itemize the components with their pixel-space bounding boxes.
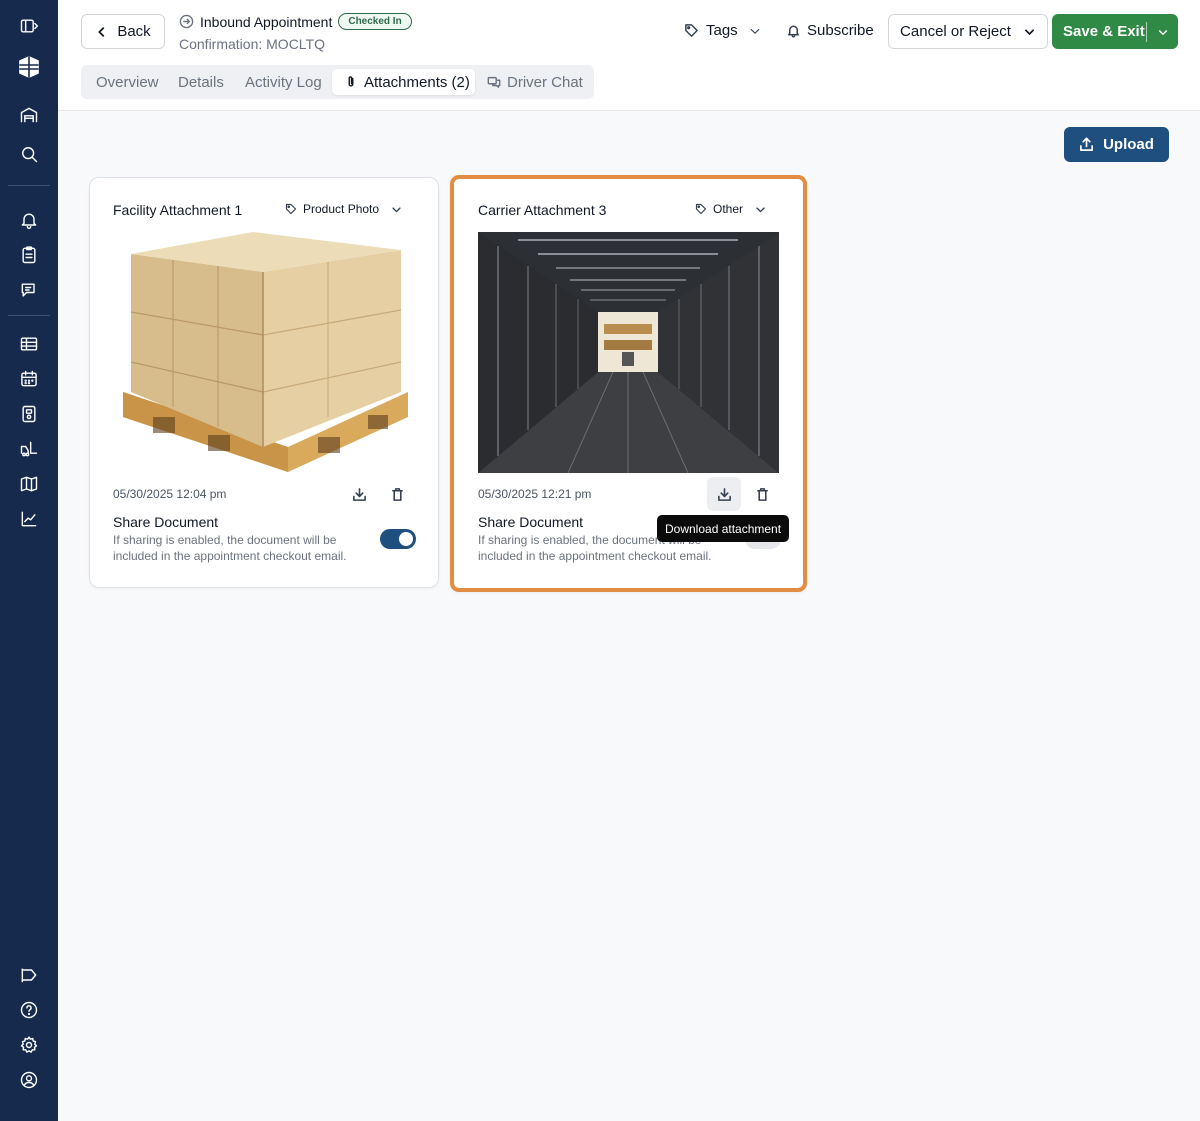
- share-document-title: Share Document: [478, 514, 584, 530]
- attachment-card: Facility Attachment 1 Product Photo 05/3…: [89, 177, 439, 588]
- help-icon[interactable]: [17, 998, 41, 1022]
- share-document-title: Share Document: [113, 514, 219, 530]
- announcement-icon[interactable]: [17, 963, 41, 987]
- share-document-description: If sharing is enabled, the document will…: [113, 533, 347, 563]
- tab-label: Details: [178, 73, 224, 91]
- sidebar-divider: [8, 315, 50, 316]
- tab-label: Overview: [96, 73, 159, 91]
- tag-icon: [685, 24, 698, 37]
- save-label: Save & Exit: [1063, 23, 1145, 40]
- tags-label: Tags: [706, 22, 738, 39]
- status-badge: Checked In: [338, 13, 412, 30]
- chevron-down-icon: [392, 206, 401, 212]
- trash-icon: [391, 487, 403, 501]
- download-icon: [717, 487, 731, 501]
- attachment-tag-dropdown[interactable]: Product Photo: [285, 202, 402, 216]
- chat-icon: [487, 76, 501, 88]
- back-label: Back: [117, 23, 151, 40]
- map-icon[interactable]: [17, 472, 41, 496]
- attachment-tag-label: Other: [713, 202, 744, 216]
- clipboard-icon[interactable]: [17, 243, 41, 267]
- share-document-toggle[interactable]: [380, 529, 416, 549]
- list-icon[interactable]: [17, 332, 41, 356]
- warehouse-icon[interactable]: [17, 103, 41, 127]
- trash-icon: [756, 487, 768, 501]
- cancel-or-reject-button[interactable]: Cancel or Reject: [888, 14, 1048, 49]
- page-title: Inbound Appointment: [200, 13, 333, 30]
- attachment-tag-dropdown[interactable]: Other: [695, 202, 766, 216]
- chevron-left-icon: [98, 26, 105, 37]
- chevron-down-icon: [1024, 29, 1035, 36]
- user-icon[interactable]: [17, 1068, 41, 1092]
- paperclip-icon: [348, 76, 354, 87]
- attachment-thumbnail[interactable]: [113, 232, 414, 473]
- bell-icon[interactable]: [17, 208, 41, 232]
- chevron-down-icon: [750, 28, 760, 34]
- sidebar-toggle-icon[interactable]: [17, 14, 41, 38]
- attachment-tag-label: Product Photo: [303, 202, 380, 216]
- attachment-date: 05/30/2025 12:04 pm: [113, 487, 227, 501]
- trailer-interior-image: [478, 232, 779, 473]
- tab-overview[interactable]: Overview: [96, 69, 159, 95]
- chat-icon[interactable]: [17, 278, 41, 302]
- attachment-title: Facility Attachment 1: [113, 202, 243, 218]
- attachment-thumbnail[interactable]: [478, 232, 779, 473]
- tag-icon: [695, 203, 707, 215]
- forklift-icon[interactable]: [17, 437, 41, 461]
- save-options-button[interactable]: [1147, 26, 1178, 38]
- chart-icon[interactable]: [17, 507, 41, 531]
- attachment-title: Carrier Attachment 3: [478, 202, 607, 218]
- chevron-down-icon: [756, 206, 765, 212]
- tab-label: Attachments (2): [364, 73, 470, 91]
- upload-label: Upload: [1103, 136, 1154, 153]
- tab-activity-log[interactable]: Activity Log: [245, 69, 322, 95]
- calendar-icon[interactable]: [17, 367, 41, 391]
- download-button[interactable]: [707, 477, 741, 511]
- appointment-title-row: Inbound Appointment Checked In: [179, 13, 412, 30]
- cancel-label: Cancel or Reject: [900, 23, 1011, 40]
- save-and-exit-button[interactable]: Save & Exit: [1052, 14, 1178, 49]
- sidebar-divider: [8, 185, 50, 186]
- tab-bar: Overview Details Activity Log Attachment…: [81, 65, 594, 99]
- search-icon[interactable]: [17, 142, 41, 166]
- confirmation-number: Confirmation: MOCLTQ: [179, 36, 325, 52]
- dock-icon[interactable]: [17, 402, 41, 426]
- delete-button[interactable]: [745, 477, 779, 511]
- upload-button[interactable]: Upload: [1064, 127, 1169, 162]
- download-button[interactable]: [342, 477, 376, 511]
- app-logo-icon[interactable]: [17, 55, 41, 79]
- download-icon: [352, 487, 366, 501]
- subscribe-label: Subscribe: [807, 22, 874, 39]
- back-button[interactable]: Back: [81, 14, 165, 49]
- download-tooltip: Download attachment: [657, 515, 790, 542]
- upload-icon: [1080, 137, 1094, 151]
- attachment-date: 05/30/2025 12:21 pm: [478, 487, 592, 501]
- settings-icon[interactable]: [17, 1033, 41, 1057]
- tab-label: Activity Log: [245, 73, 322, 91]
- page-header: Back Inbound Appointment Checked In Conf…: [58, 0, 1200, 111]
- tags-button[interactable]: Tags: [684, 22, 761, 39]
- tab-label: Driver Chat: [507, 73, 583, 91]
- boxes-on-pallet-image: [113, 232, 414, 473]
- subscribe-button[interactable]: Subscribe: [786, 22, 874, 39]
- delete-button[interactable]: [380, 477, 414, 511]
- tag-icon: [285, 203, 297, 215]
- bell-icon: [788, 25, 799, 38]
- tab-attachments[interactable]: Attachments (2): [332, 69, 475, 95]
- tab-details[interactable]: Details: [178, 69, 224, 95]
- tab-driver-chat[interactable]: Driver Chat: [487, 69, 583, 95]
- chevron-down-icon: [1158, 29, 1167, 35]
- sidebar: [0, 0, 58, 1121]
- arrow-circle-icon: [179, 14, 194, 29]
